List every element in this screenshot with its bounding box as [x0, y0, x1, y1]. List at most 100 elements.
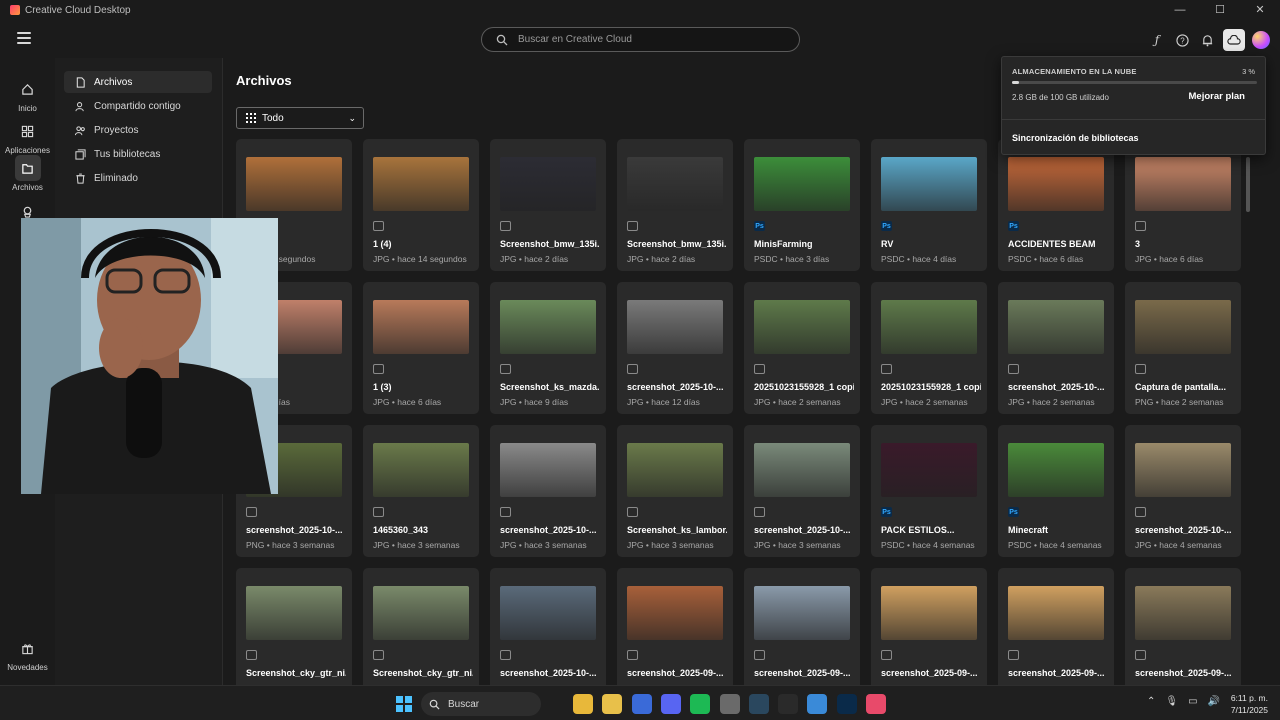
file-name: 3: [1135, 239, 1141, 249]
search-icon: [496, 34, 508, 45]
file-card[interactable]: screenshot_2025-09-...: [617, 568, 733, 685]
library-sync-link[interactable]: Sincronización de bibliotecas: [1012, 133, 1139, 143]
search-input[interactable]: Buscar en Creative Cloud: [481, 27, 800, 52]
file-thumbnail: [500, 443, 596, 497]
file-card[interactable]: Screenshot_cky_gtr_ni...: [236, 568, 352, 685]
microphone-icon[interactable]: 🎙: [1165, 696, 1178, 707]
nav-item-archivos[interactable]: Archivos: [64, 71, 212, 93]
file-meta: PSDC • hace 3 días: [754, 254, 830, 264]
file-card[interactable]: screenshot_2025-10-... JPG • hace 2 seman…: [998, 282, 1114, 414]
file-card[interactable]: screenshot_2025-09-...: [744, 568, 860, 685]
file-card[interactable]: screenshot_2025-10-... JPG • hace 3 seman…: [490, 425, 606, 557]
file-card[interactable]: 20251023155928_1 copia JPG • hace 2 seman…: [871, 282, 987, 414]
photoshop-file-icon: Ps: [754, 221, 765, 231]
notifications-icon[interactable]: [1198, 31, 1216, 49]
close-icon[interactable]: ✕: [1240, 0, 1280, 20]
scrollbar[interactable]: [1245, 155, 1251, 685]
windows-start-icon[interactable]: [396, 696, 412, 712]
photoshop-file-icon: Ps: [1008, 221, 1019, 231]
file-card[interactable]: Ps RV PSDC • hace 4 días: [871, 139, 987, 271]
epic-icon[interactable]: [778, 694, 798, 714]
network-icon[interactable]: ▭: [1188, 696, 1197, 707]
file-name: Screenshot_ks_mazda...: [500, 382, 600, 392]
rail-item-novedades[interactable]: Novedades: [0, 635, 55, 672]
steam-icon[interactable]: [749, 694, 769, 714]
file-card[interactable]: Ps MinisFarming PSDC • hace 3 días: [744, 139, 860, 271]
filter-dropdown[interactable]: Todo ⌄: [236, 107, 364, 129]
file-card[interactable]: 1 (4) JPG • hace 14 segundos: [363, 139, 479, 271]
xbox-icon[interactable]: [720, 694, 740, 714]
taskbar-search[interactable]: Buscar: [421, 692, 541, 716]
folder-icon[interactable]: [602, 694, 622, 714]
upgrade-plan-link[interactable]: Mejorar plan: [1189, 91, 1246, 102]
file-card[interactable]: 3 JPG • hace 6 días: [1125, 139, 1241, 271]
file-thumbnail: [500, 157, 596, 211]
file-card[interactable]: Screenshot_ks_lambor... JPG • hace 3 sema…: [617, 425, 733, 557]
file-card[interactable]: screenshot_2025-10-... JPG • hace 4 seman…: [1125, 425, 1241, 557]
rail-item-aplicaciones[interactable]: Aplicaciones: [0, 118, 55, 155]
file-card[interactable]: 1 (3) JPG • hace 6 días: [363, 282, 479, 414]
file-card[interactable]: Captura de pantalla... PNG • hace 2 seman…: [1125, 282, 1241, 414]
search-placeholder: Buscar en Creative Cloud: [518, 34, 632, 45]
file-card[interactable]: screenshot_2025-10-...: [490, 568, 606, 685]
file-card[interactable]: Screenshot_bmw_135i... JPG • hace 2 días: [617, 139, 733, 271]
file-card[interactable]: Ps PACK ESTILOS... PSDC • hace 4 semanas: [871, 425, 987, 557]
avatar[interactable]: [1252, 31, 1270, 49]
image-file-icon: [754, 507, 765, 517]
storage-progress-fill: [1012, 81, 1020, 84]
clock[interactable]: 6:11 p. m. 7/11/2025: [1231, 692, 1268, 716]
chevron-down-icon: ⌄: [348, 113, 356, 123]
file-card[interactable]: 20251023155928_1 copi... JPG • hace 2 sem…: [744, 282, 860, 414]
chrome-icon[interactable]: [573, 694, 593, 714]
file-card[interactable]: screenshot_2025-10-... JPG • hace 3 seman…: [744, 425, 860, 557]
scrollbar-thumb[interactable]: [1246, 157, 1250, 212]
volume-icon[interactable]: 🔊: [1208, 696, 1220, 707]
file-card[interactable]: screenshot_2025-10-... JPG • hace 12 días: [617, 282, 733, 414]
file-name: MinisFarming: [754, 239, 813, 249]
cloud-storage-button[interactable]: [1223, 29, 1245, 51]
file-card[interactable]: screenshot_2025-09-...: [998, 568, 1114, 685]
edge-icon[interactable]: [807, 694, 827, 714]
file-card[interactable]: Ps ACCIDENTES BEAM PSDC • hace 6 días: [998, 139, 1114, 271]
photoshop-icon[interactable]: [837, 694, 857, 714]
file-thumbnail: [627, 443, 723, 497]
chevron-up-icon[interactable]: ⌃: [1147, 696, 1155, 707]
image-file-icon: [500, 650, 511, 660]
file-card[interactable]: screenshot_2025-09-...: [1125, 568, 1241, 685]
nav-item-eliminado[interactable]: Eliminado: [64, 167, 212, 189]
file-card[interactable]: screenshot_2025-09-...: [871, 568, 987, 685]
fonts-icon[interactable]: ƒ: [1148, 31, 1166, 49]
file-card[interactable]: Ps Minecraft PSDC • hace 4 semanas: [998, 425, 1114, 557]
nav-item-bibliotecas[interactable]: Tus bibliotecas: [64, 143, 212, 165]
file-thumbnail: [373, 586, 469, 640]
file-name: screenshot_2025-09-...: [754, 668, 851, 678]
file-meta: JPG • hace 6 días: [1135, 254, 1204, 264]
spotify-icon[interactable]: [690, 694, 710, 714]
nav-item-compartido[interactable]: Compartido contigo: [64, 95, 212, 117]
webcam-person-image: [21, 218, 278, 494]
help-icon[interactable]: ?: [1173, 31, 1191, 49]
rail-item-archivos[interactable]: Archivos: [0, 155, 55, 192]
file-card[interactable]: Screenshot_bmw_135i... JPG • hace 2 días: [490, 139, 606, 271]
photoshop-file-icon: Ps: [1008, 507, 1019, 517]
store-icon[interactable]: [632, 694, 652, 714]
file-thumbnail: [500, 586, 596, 640]
nav-item-proyectos[interactable]: Proyectos: [64, 119, 212, 141]
menu-icon[interactable]: [17, 32, 31, 44]
top-right-actions: ƒ ?: [1148, 29, 1270, 51]
minimize-icon[interactable]: —: [1160, 0, 1200, 20]
discord-icon[interactable]: [661, 694, 681, 714]
file-card[interactable]: 1465360_343 JPG • hace 3 semanas: [363, 425, 479, 557]
rail-item-inicio[interactable]: Inicio: [0, 76, 55, 113]
file-thumbnail: [1135, 157, 1231, 211]
file-name: Screenshot_bmw_135i...: [500, 239, 600, 249]
file-meta: JPG • hace 12 días: [627, 397, 700, 407]
file-card[interactable]: Screenshot_cky_gtr_ni...: [363, 568, 479, 685]
image-file-icon: [881, 650, 892, 660]
file-thumbnail: [627, 157, 723, 211]
file-card[interactable]: Screenshot_ks_mazda... JPG • hace 9 días: [490, 282, 606, 414]
file-thumbnail: [754, 300, 850, 354]
maximize-icon[interactable]: ☐: [1200, 0, 1240, 20]
file-name: screenshot_2025-10-...: [627, 382, 724, 392]
creative-cloud-icon[interactable]: [866, 694, 886, 714]
